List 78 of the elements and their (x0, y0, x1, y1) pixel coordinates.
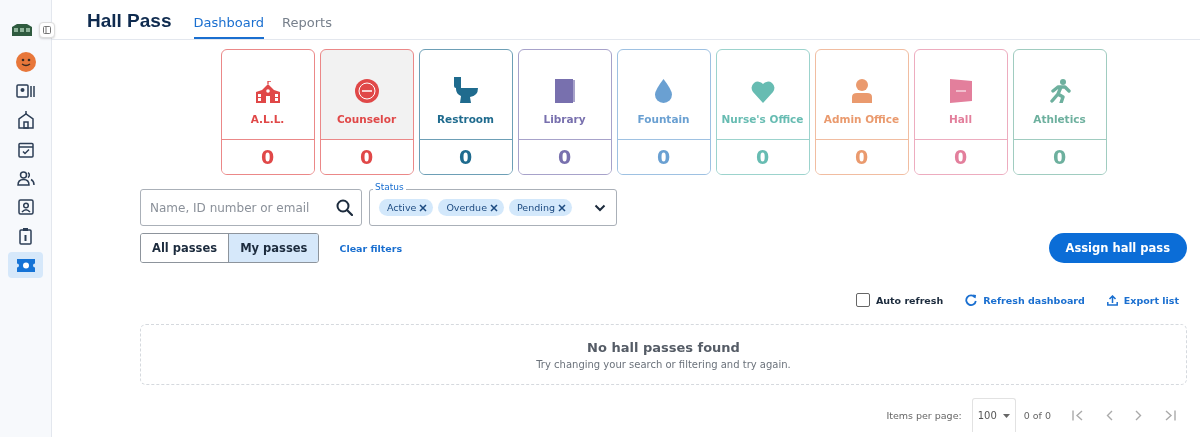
pass-count: 0 (854, 146, 869, 168)
status-chip[interactable]: Overdue (438, 199, 504, 216)
pass-filter-toggle[interactable]: My passes (228, 234, 319, 262)
clear-filters-link[interactable]: Clear filters (339, 242, 403, 254)
pass-count: 0 (458, 146, 473, 168)
status-chip[interactable]: Pending (509, 199, 572, 216)
badge-icon (19, 227, 32, 245)
logo-icon (10, 23, 33, 37)
refresh-dashboard-link[interactable]: Refresh dashboard (965, 294, 1085, 306)
location-name: Library (543, 113, 586, 125)
status-select[interactable]: Active Overdue Pending (369, 189, 617, 226)
remove-icon[interactable] (490, 203, 498, 212)
calendar-check-icon (17, 140, 34, 158)
caret-down-icon (1002, 413, 1010, 418)
page-size-select[interactable]: 100 (971, 398, 1016, 432)
location-name: A.L.L. (250, 113, 285, 125)
pass-count: 0 (359, 146, 374, 168)
location-card[interactable]: Library 0 (517, 49, 612, 175)
person-icon (851, 79, 872, 103)
last-page-icon (1164, 409, 1176, 421)
first-page-icon (1072, 409, 1084, 421)
school-icon (16, 111, 35, 129)
search-field[interactable]: Name, ID number or email (140, 189, 362, 226)
tab[interactable]: Dashboard (193, 15, 265, 39)
pass-count: 0 (260, 146, 275, 168)
pass-count: 0 (1052, 146, 1067, 168)
location-name: Athletics (1033, 113, 1086, 125)
refresh-icon (965, 294, 978, 306)
export-list-link[interactable]: Export list (1106, 294, 1179, 306)
collapse-sidebar-button[interactable] (38, 22, 55, 38)
checkbox[interactable] (855, 293, 870, 307)
id-card-icon (15, 84, 36, 98)
status-chip[interactable]: Active (379, 199, 434, 216)
chevron-right-icon (1135, 409, 1142, 421)
remove-icon[interactable] (557, 203, 566, 212)
location-card[interactable]: Restroom 0 (418, 49, 513, 175)
auto-refresh-checkbox[interactable]: Auto refresh (855, 293, 944, 307)
smiley-avatar-icon (15, 52, 36, 72)
items-per-page-label: Items per page: (886, 409, 962, 421)
status-label: Status (373, 182, 406, 192)
book-icon (554, 79, 575, 103)
chevron-left-icon (1106, 409, 1113, 421)
contact-card-icon (17, 199, 34, 215)
flag-icon (949, 79, 972, 103)
toilet-icon (453, 77, 478, 103)
location-card[interactable]: Hall 0 (913, 49, 1008, 175)
water-drop-icon (655, 79, 672, 103)
ticket-icon (16, 258, 35, 272)
location-name: Hall (948, 113, 973, 125)
location-card[interactable]: Counselor 0 (319, 49, 414, 175)
empty-state-title: No hall passes found (587, 339, 740, 355)
remove-icon[interactable] (419, 203, 428, 212)
location-name: Nurse's Office (721, 113, 804, 125)
upload-icon (1106, 294, 1118, 306)
page-range: 0 of 0 (1023, 409, 1051, 421)
runner-icon (1048, 79, 1071, 103)
heart-icon (750, 81, 775, 103)
school-icon (254, 81, 281, 103)
sidebar-item[interactable] (8, 252, 43, 278)
search-icon (336, 199, 353, 216)
page-title: Hall Pass (87, 10, 172, 32)
chevron-down-icon (594, 203, 606, 212)
location-card[interactable]: Fountain 0 (616, 49, 711, 175)
location-name: Counselor (336, 113, 397, 125)
pass-count: 0 (557, 146, 572, 168)
pass-count: 0 (755, 146, 770, 168)
pass-count: 0 (953, 146, 968, 168)
round-badge-icon (354, 79, 379, 103)
tab[interactable]: Reports (282, 15, 332, 39)
panel-icon (42, 26, 51, 34)
location-name: Fountain (637, 113, 690, 125)
people-icon (16, 170, 35, 186)
assign-hall-pass-button[interactable]: Assign hall pass (1048, 233, 1187, 263)
location-card[interactable]: A.L.L. 0 (220, 49, 315, 175)
pass-count: 0 (656, 146, 671, 168)
location-name: Restroom (437, 113, 494, 125)
empty-state-message: Try changing your search or filtering and try again. (536, 358, 791, 370)
location-name: Admin Office (823, 113, 900, 125)
